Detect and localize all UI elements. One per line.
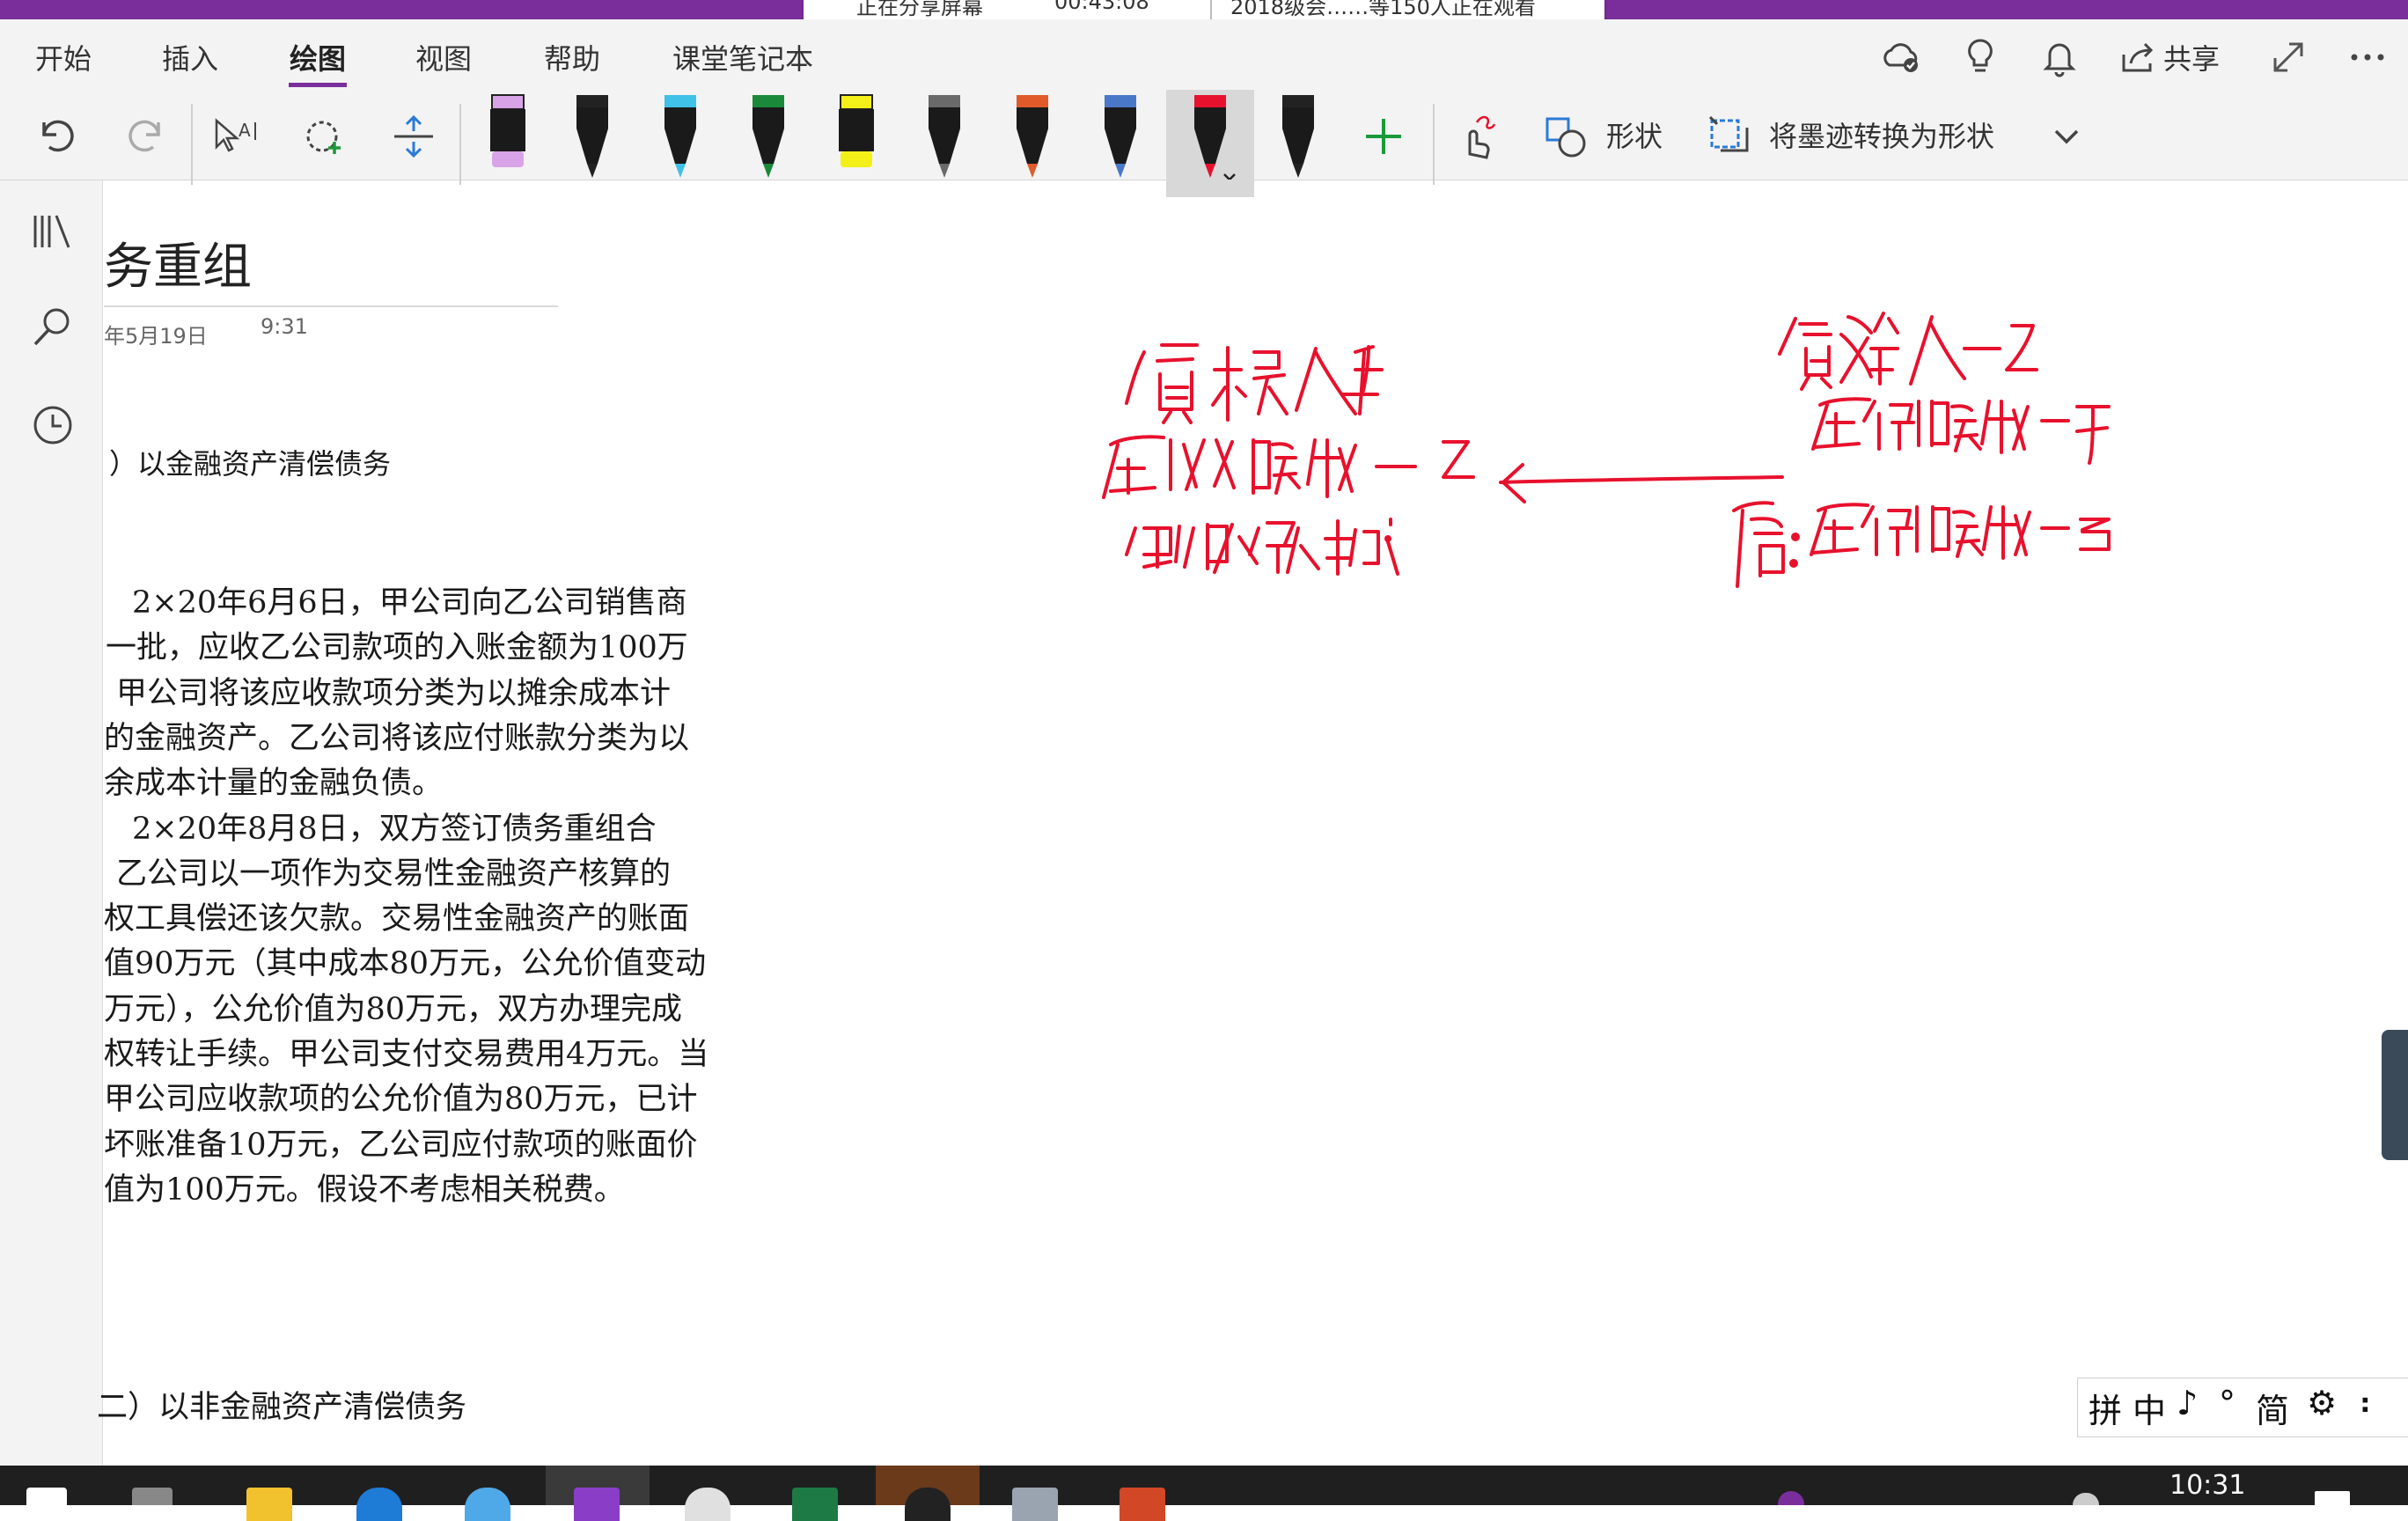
tab-insert[interactable]: 插入 xyxy=(162,37,218,77)
onenote-icon[interactable] xyxy=(574,1488,620,1521)
ime-chinese-mode[interactable]: 中 xyxy=(2133,1384,2166,1432)
toolbar-separator xyxy=(459,104,461,185)
more-options-icon[interactable] xyxy=(2346,35,2390,79)
share-status: 正在分享屏幕 xyxy=(856,0,983,19)
tab-home[interactable]: 开始 xyxy=(35,37,92,77)
browser-icon[interactable] xyxy=(465,1488,510,1521)
expand-icon[interactable] xyxy=(2266,35,2310,79)
note-line[interactable]: 甲公司应收款项的公允价值为80万元，已计 xyxy=(104,1074,698,1119)
ime-simplified-mode[interactable]: 简 xyxy=(2256,1384,2289,1432)
shapes-icon[interactable] xyxy=(1540,106,1593,167)
red-pen-icon[interactable] xyxy=(1184,92,1237,181)
rainbow-pen-icon[interactable] xyxy=(1006,92,1059,180)
yellow-highlighter-icon[interactable] xyxy=(830,92,883,180)
paint-icon[interactable] xyxy=(685,1488,730,1521)
taskbar-clock[interactable]: 10:31 xyxy=(2169,1470,2245,1501)
page-time: 9:31 xyxy=(261,314,308,339)
note-line[interactable]: 的金融资产。乙公司将该应付账款分类为以 xyxy=(104,713,689,758)
ink-to-shape-icon[interactable] xyxy=(1703,106,1756,167)
page-title[interactable]: 务重组 xyxy=(104,227,252,298)
qq-icon[interactable] xyxy=(905,1488,951,1521)
touch-draw-icon[interactable] xyxy=(1450,106,1503,167)
note-line[interactable]: 2×20年6月6日，甲公司向乙公司销售商 xyxy=(132,577,687,622)
shapes-label[interactable]: 形状 xyxy=(1606,114,1663,155)
add-pen-icon[interactable] xyxy=(1357,106,1410,167)
type-select-icon[interactable]: A xyxy=(209,106,262,167)
note-line[interactable]: 乙公司以一项作为交易性金融资产核算的 xyxy=(116,849,671,893)
share-button-label[interactable]: 共享 xyxy=(2163,37,2220,77)
tab-class-notebook[interactable]: 课堂笔记本 xyxy=(672,37,813,77)
green-pen-icon[interactable] xyxy=(742,92,795,180)
galaxy-pen-icon[interactable] xyxy=(918,92,971,180)
black-pen-2-icon[interactable] xyxy=(1272,92,1325,180)
task-view-icon[interactable] xyxy=(132,1488,173,1505)
ime-punct-icon[interactable]: ° xyxy=(2219,1384,2235,1422)
edge-browser-icon[interactable] xyxy=(356,1488,402,1521)
note-line[interactable]: 万元），公允价值为80万元，双方办理完成 xyxy=(104,984,682,1029)
add-space-icon[interactable] xyxy=(387,106,440,167)
ime-more-icon[interactable]: ⠆ xyxy=(2358,1384,2382,1422)
note-line[interactable]: 一批，应收乙公司款项的入账金额为100万 xyxy=(106,622,688,667)
toolbar-separator xyxy=(1433,104,1435,185)
share-viewers: 2018级会……等150人正在观看 xyxy=(1230,0,1536,19)
lightbulb-icon[interactable] xyxy=(1958,35,2002,79)
bell-icon[interactable] xyxy=(2037,35,2081,79)
tab-draw[interactable]: 绘图 xyxy=(290,37,346,77)
file-explorer-icon[interactable] xyxy=(246,1488,292,1521)
share-icon[interactable] xyxy=(2117,35,2161,79)
ink-to-shape-label[interactable]: 将墨迹转换为形状 xyxy=(1769,114,1994,155)
note-line[interactable]: 余成本计量的金融负债。 xyxy=(104,758,443,803)
control-panel-icon[interactable] xyxy=(1012,1488,1058,1521)
tab-view[interactable]: 视图 xyxy=(415,37,472,77)
ime-pinyin-icon[interactable]: 拼 xyxy=(2089,1384,2122,1432)
redo-icon[interactable] xyxy=(120,106,173,167)
recent-clock-icon[interactable] xyxy=(28,400,77,450)
left-navigation-rail xyxy=(0,180,103,1466)
notifications-icon[interactable] xyxy=(2315,1491,2350,1505)
page-date: 年5月19日 xyxy=(104,324,208,349)
section2-heading[interactable]: 二）以非金融资产清偿债务 xyxy=(97,1382,466,1427)
windows-start-icon[interactable] xyxy=(26,1488,67,1505)
right-side-panel-handle[interactable] xyxy=(2382,1030,2408,1160)
cloud-sync-icon[interactable] xyxy=(1879,35,1923,79)
note-line[interactable]: 2×20年8月8日，双方签订债务重组合 xyxy=(132,804,657,849)
note-line[interactable]: 甲公司将该应收款项分类为以摊余成本计 xyxy=(116,668,671,713)
blue-galaxy-pen-icon[interactable] xyxy=(1094,92,1147,180)
black-pen-icon[interactable] xyxy=(566,92,619,180)
ime-moon-icon[interactable]: ♪ xyxy=(2177,1384,2198,1422)
note-line[interactable]: 值为100万元。假设不考虑相关税费。 xyxy=(104,1165,625,1209)
pink-highlighter-icon[interactable] xyxy=(481,92,534,180)
toolbar-separator xyxy=(191,104,193,185)
tab-help[interactable]: 帮助 xyxy=(544,37,600,77)
undo-icon[interactable] xyxy=(30,106,83,167)
notebooks-icon[interactable] xyxy=(28,207,77,256)
note-line[interactable]: 权工具偿还该欠款。交易性金融资产的账面 xyxy=(104,893,689,938)
ime-toolbar[interactable]: 拼 中 ♪ ° 简 ⚙ ⠆ xyxy=(2077,1378,2408,1437)
section1-heading[interactable]: ）以金融资产清偿债务 xyxy=(109,442,391,482)
excel-icon[interactable] xyxy=(792,1488,838,1521)
chevron-down-icon[interactable] xyxy=(2040,106,2093,167)
share-timer: 00:43:08 xyxy=(1054,0,1149,14)
ime-settings-gear-icon[interactable]: ⚙ xyxy=(2307,1384,2337,1422)
cyan-pen-icon[interactable] xyxy=(654,92,707,180)
title-divider xyxy=(104,305,558,307)
ribbon: 开始 插入 绘图 视图 帮助 课堂笔记本 共享 A 形状 将墨迹转换为形状 xyxy=(0,19,2408,197)
lasso-select-icon[interactable] xyxy=(299,106,352,167)
search-icon[interactable] xyxy=(28,302,77,351)
active-tab-indicator xyxy=(289,83,347,87)
note-line[interactable]: 坏账准备10万元，乙公司应付款项的账面价 xyxy=(104,1120,698,1165)
powerpoint-icon[interactable] xyxy=(1120,1488,1165,1521)
note-line[interactable]: 值90万元（其中成本80万元，公允价值变动 xyxy=(104,938,706,983)
note-line[interactable]: 权转让手续。甲公司支付交易费用4万元。当 xyxy=(104,1029,708,1074)
svg-text:A: A xyxy=(239,120,251,141)
